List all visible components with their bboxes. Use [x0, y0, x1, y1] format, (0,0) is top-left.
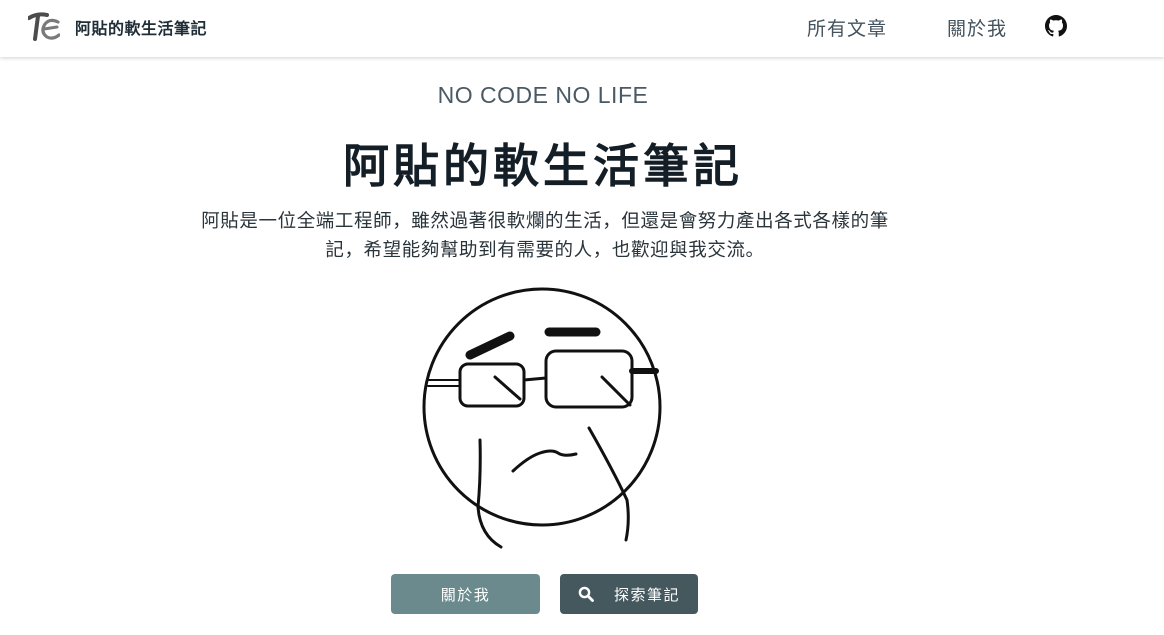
brand-title: 阿貼的軟生活筆記: [75, 19, 208, 38]
hero-description-line-1: 阿貼是一位全端工程師，雖然過著很軟爛的生活，但還是會努力產出各式各樣的筆: [201, 211, 889, 232]
github-icon[interactable]: [1045, 15, 1067, 37]
nav-link-all-articles[interactable]: 所有文章: [807, 14, 887, 41]
te-logo-icon: [28, 12, 60, 41]
top-navbar: 阿貼的軟生活筆記 所有文章 關於我: [0, 0, 1164, 57]
about-button[interactable]: 關於我: [391, 574, 540, 614]
hero-description-line-2: 記，希望能夠幫助到有需要的人，也歡迎與我交流。: [325, 240, 765, 261]
search-icon: [578, 586, 594, 602]
explore-button-label: 探索筆記: [613, 585, 680, 604]
hero-title: 阿貼的軟生活筆記: [343, 139, 743, 193]
explore-notes-button[interactable]: 探索筆記: [560, 574, 698, 614]
about-button-label: 關於我: [440, 585, 491, 604]
nav-link-about[interactable]: 關於我: [947, 14, 1007, 41]
brand-home-link[interactable]: 阿貼的軟生活筆記: [28, 12, 207, 42]
hero-description: 阿貼是一位全端工程師，雖然過著很軟爛的生活，但還是會努力產出各式各樣的筆 記，希…: [180, 207, 910, 265]
hero-tagline: NO CODE NO LIFE: [437, 82, 649, 108]
face-illustration: [422, 287, 662, 549]
